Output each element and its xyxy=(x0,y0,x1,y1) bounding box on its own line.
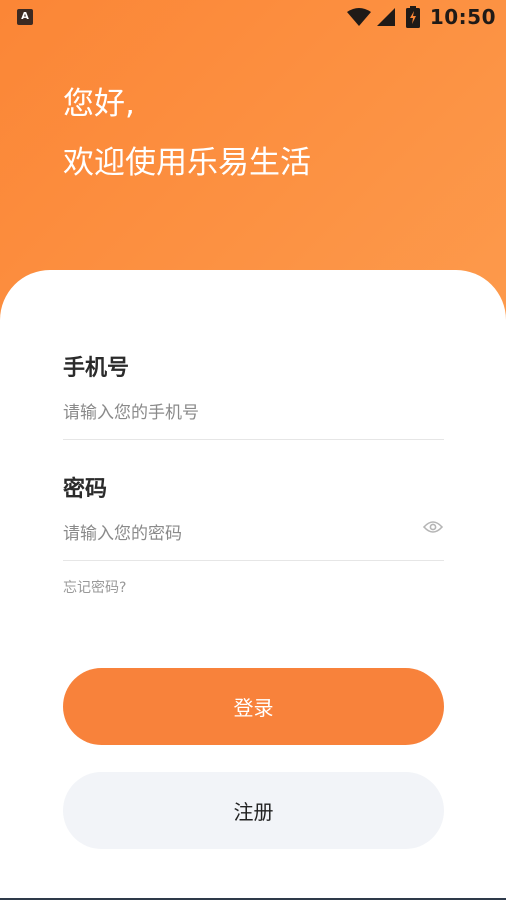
login-button[interactable]: 登录 xyxy=(63,668,444,745)
password-input[interactable] xyxy=(63,519,413,549)
password-divider xyxy=(63,560,444,561)
eye-icon[interactable] xyxy=(423,520,443,534)
app-icon-letter: A xyxy=(21,11,29,22)
battery-charging-icon xyxy=(405,6,420,28)
phone-input[interactable] xyxy=(63,398,423,428)
phone-label: 手机号 xyxy=(63,356,130,381)
wifi-icon xyxy=(346,8,371,26)
phone-divider xyxy=(63,439,444,440)
status-time: 10:50 xyxy=(429,5,496,29)
forgot-password-link[interactable]: 忘记密码? xyxy=(63,578,126,598)
signal-icon xyxy=(376,8,395,26)
status-indicators: 10:50 xyxy=(346,0,496,34)
greeting-welcome: 欢迎使用乐易生活 xyxy=(63,145,311,181)
register-button[interactable]: 注册 xyxy=(63,772,444,849)
status-bar: A 10:50 xyxy=(0,0,506,34)
password-label: 密码 xyxy=(63,477,108,502)
app-notification-icon: A xyxy=(17,9,33,25)
greeting-hello: 您好, xyxy=(63,86,135,122)
